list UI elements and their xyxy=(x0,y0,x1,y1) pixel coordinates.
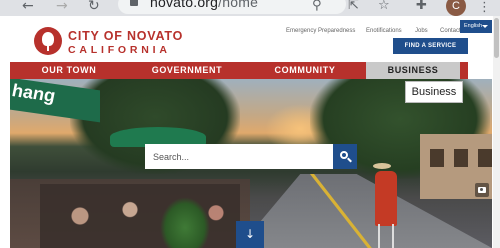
scrollbar-thumb[interactable] xyxy=(494,18,499,58)
business-tooltip: Business xyxy=(405,81,463,103)
street-musician xyxy=(375,171,397,226)
diners-crowd xyxy=(40,184,240,248)
reload-icon[interactable]: ↻ xyxy=(88,0,100,14)
nav-community[interactable]: COMMUNITY xyxy=(246,62,364,79)
logo-title[interactable]: CITY OF NOVATO xyxy=(68,29,183,43)
find-a-service-button[interactable]: FIND A SERVICE xyxy=(393,38,468,54)
url-text[interactable]: novato.org/home xyxy=(150,0,258,10)
star-icon[interactable]: ☆ xyxy=(378,0,390,13)
nav-government[interactable]: GOVERNMENT xyxy=(128,62,246,79)
scroll-down-button[interactable]: ↓ xyxy=(236,221,264,248)
link-emergency-preparedness[interactable]: Emergency Preparedness xyxy=(286,28,355,34)
forward-arrow-icon[interactable]: → xyxy=(56,0,68,14)
share-icon[interactable]: ⇱ xyxy=(348,0,359,13)
page-scrollbar[interactable] xyxy=(493,16,500,248)
logo-subtitle[interactable]: CALIFORNIA xyxy=(68,44,171,56)
back-arrow-icon[interactable]: ← xyxy=(22,0,34,14)
search-button[interactable] xyxy=(333,144,357,169)
extensions-icon[interactable]: ✚ xyxy=(416,0,427,13)
city-seal-logo[interactable] xyxy=(34,27,62,55)
language-select[interactable]: English xyxy=(460,20,492,33)
awning-sign-text: hang xyxy=(12,79,55,106)
kebab-menu-icon[interactable]: ⋮ xyxy=(478,0,491,15)
link-jobs[interactable]: Jobs xyxy=(415,28,428,34)
browser-toolbar: ← → ↻ novato.org/home ⚲ ⇱ ☆ ✚ C ⋮ xyxy=(0,0,500,16)
search-input[interactable] xyxy=(145,144,333,169)
site-header: CITY OF NOVATO CALIFORNIA Emergency Prep… xyxy=(0,16,500,62)
lock-icon[interactable] xyxy=(130,0,138,6)
main-nav: OUR TOWN GOVERNMENT COMMUNITY BUSINESS xyxy=(10,62,468,79)
camera-icon[interactable] xyxy=(475,183,489,197)
tree-icon xyxy=(42,32,54,46)
nav-business[interactable]: BUSINESS xyxy=(366,62,460,79)
link-enotifications[interactable]: Enotifications xyxy=(366,28,402,34)
zoom-icon[interactable]: ⚲ xyxy=(312,0,322,13)
nav-our-town[interactable]: OUR TOWN xyxy=(10,62,128,79)
profile-avatar[interactable]: C xyxy=(446,0,466,16)
